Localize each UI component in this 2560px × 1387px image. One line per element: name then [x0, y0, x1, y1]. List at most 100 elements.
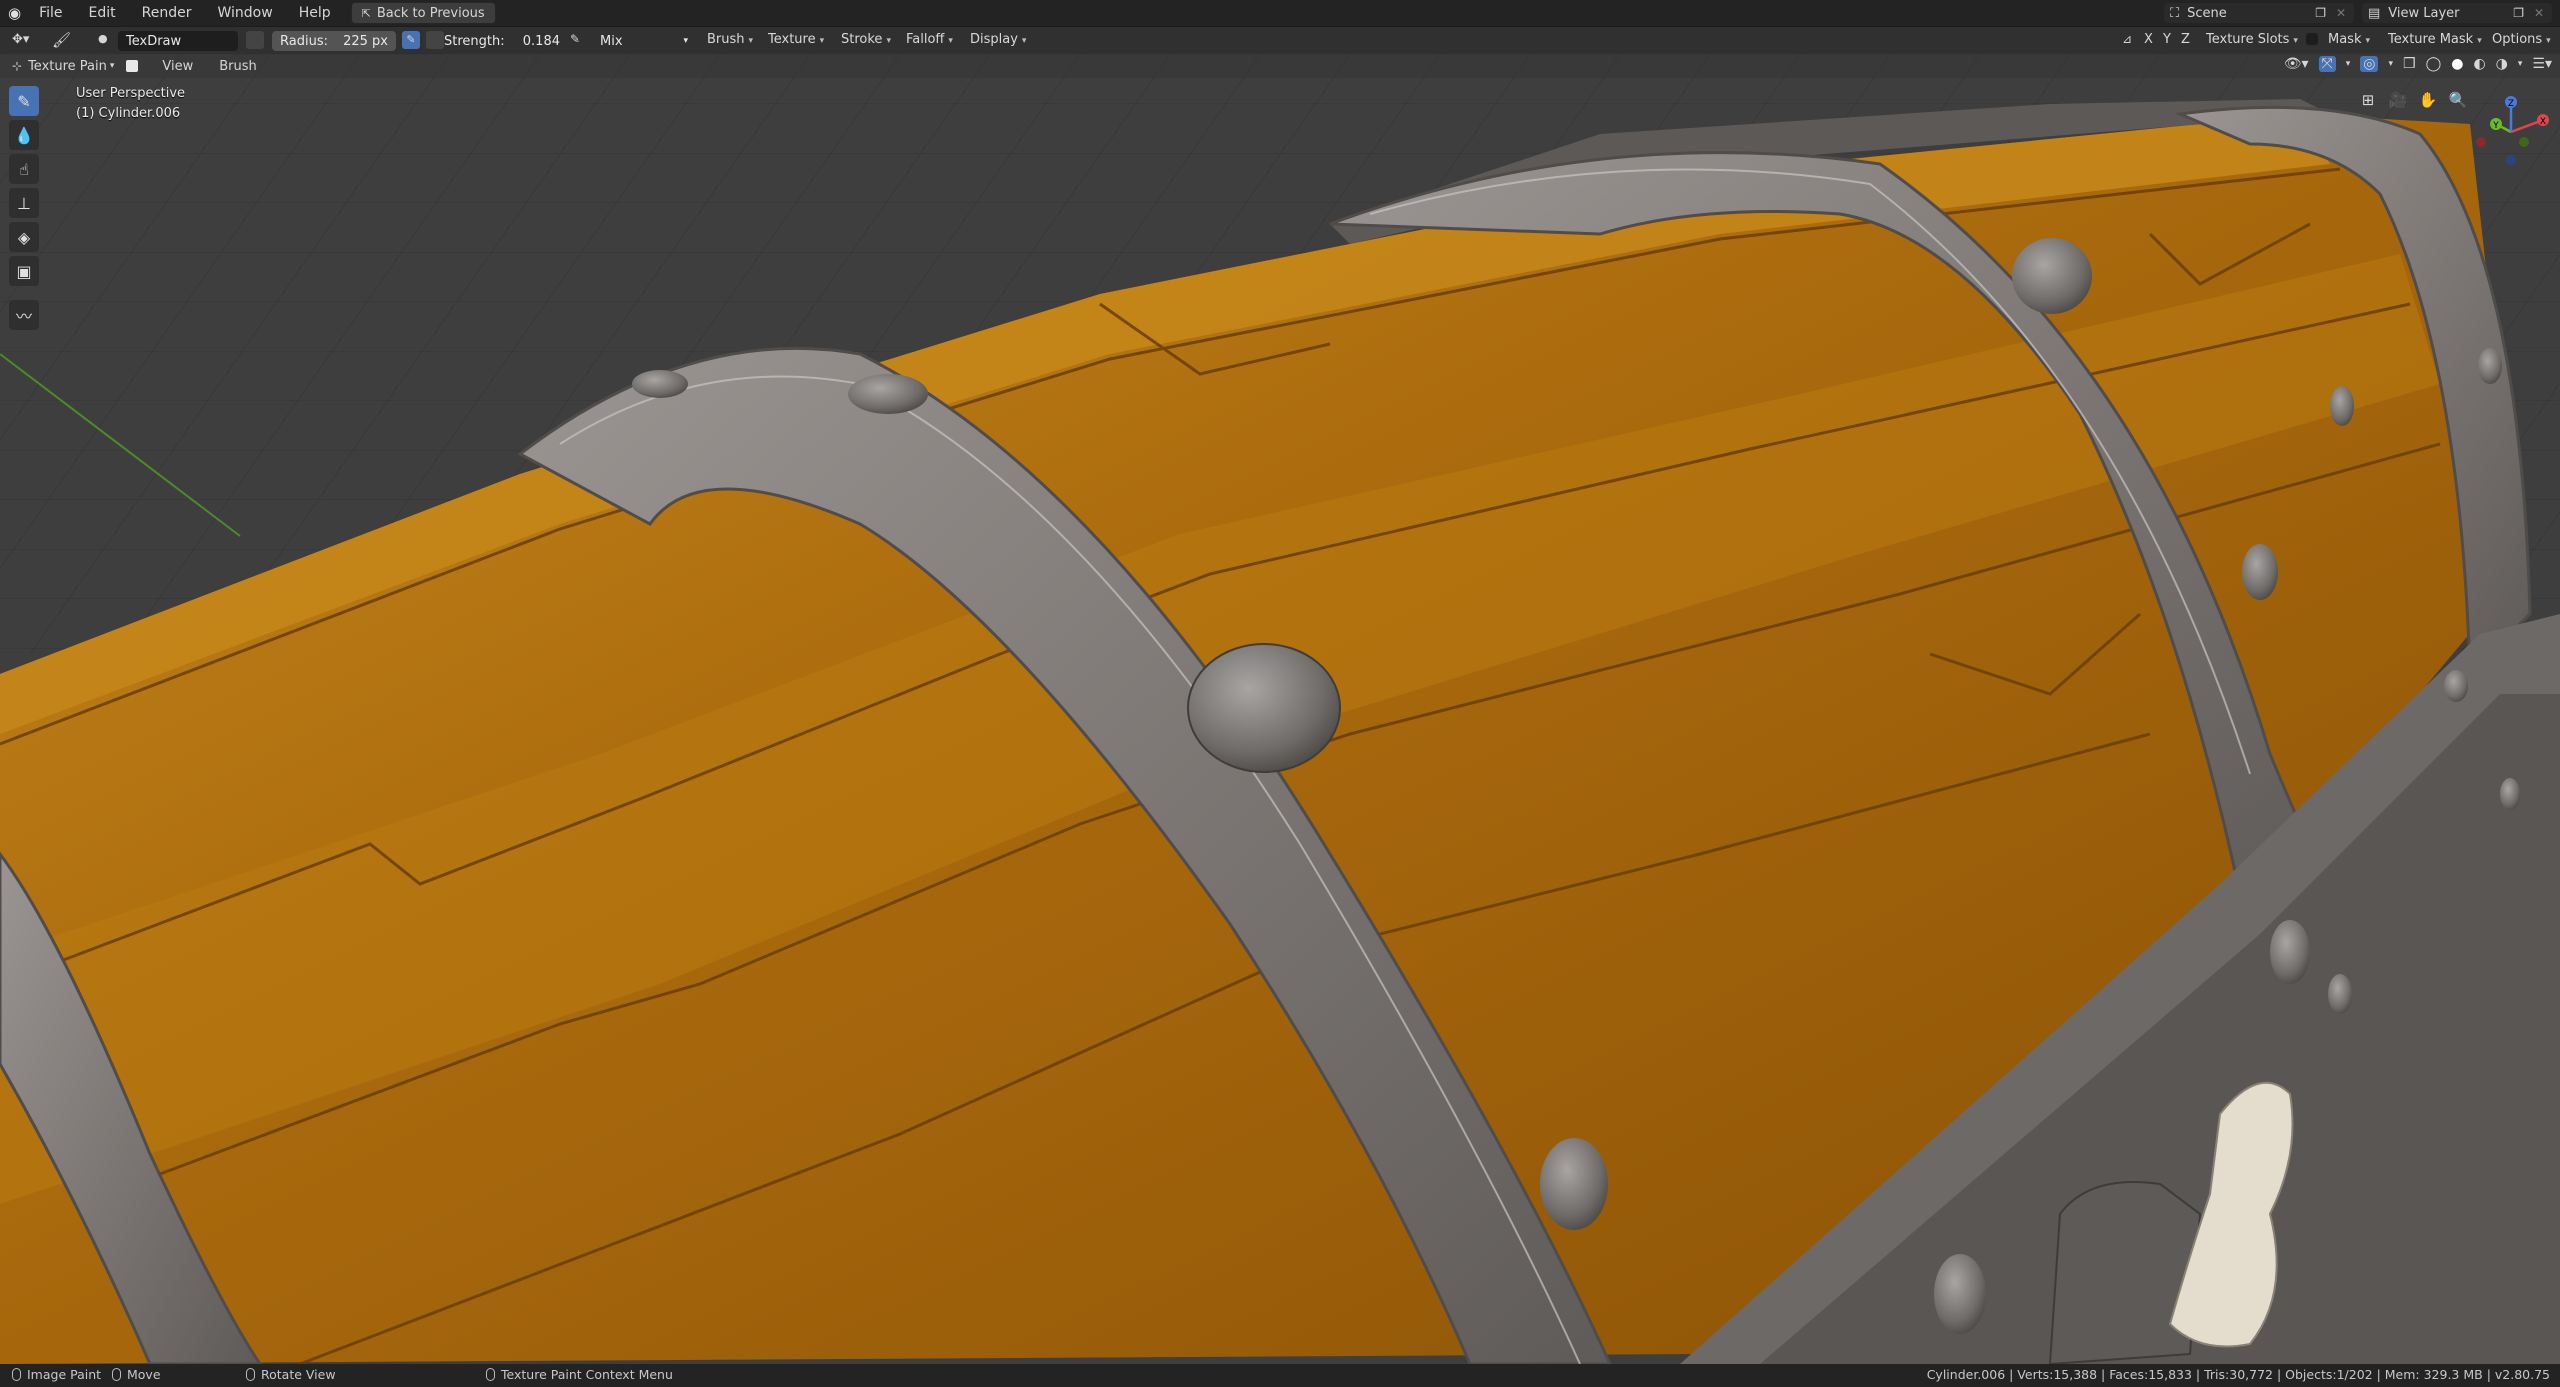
shading-dropdown-icon[interactable]: ▾	[2518, 59, 2523, 69]
mode-dropdown[interactable]: Texture Pain ▾	[28, 59, 114, 74]
back-icon: ⇱	[361, 6, 371, 20]
display-dropdown[interactable]: Display ▾	[970, 32, 1026, 47]
radius-field[interactable]: Radius: 225 px	[272, 31, 396, 51]
radius-value: 225 px	[343, 33, 388, 49]
soften-tool-button[interactable]: 💧	[9, 120, 39, 150]
brush-datablock-icon: ●	[98, 32, 108, 45]
brush-preview-icon[interactable]: 🖌	[52, 31, 71, 49]
mask-icon: ▣	[16, 261, 32, 281]
scene-statistics: Cylinder.006 | Verts:15,388 | Faces:15,8…	[1926, 1367, 2550, 1382]
chevron-down-icon: ▾	[1021, 36, 1027, 46]
brush-fake-user-icon[interactable]	[246, 31, 264, 49]
blender-logo-icon[interactable]: ◉	[8, 4, 21, 22]
menu-render[interactable]: Render	[142, 5, 192, 21]
delete-view-layer-icon[interactable]: ✕	[2534, 6, 2544, 20]
mask-label: Mask	[2328, 32, 2362, 47]
texture-slots-dropdown[interactable]: Texture Slots ▾	[2206, 32, 2298, 47]
menu-edit[interactable]: Edit	[89, 5, 116, 21]
stroke-dropdown[interactable]: Stroke ▾	[841, 32, 891, 47]
chest-lock	[2048, 1181, 2202, 1364]
texture-dropdown[interactable]: Texture ▾	[768, 32, 824, 47]
menu-brush[interactable]: Brush	[219, 59, 257, 74]
brush-name-field[interactable]: TexDraw	[118, 31, 238, 51]
view-layer-name: View Layer	[2388, 5, 2460, 21]
draw-tool-button[interactable]: ✎	[9, 86, 39, 116]
mask-dropdown[interactable]: Mask ▾	[2328, 32, 2370, 47]
strength-pressure-icon[interactable]: ✎	[570, 32, 580, 46]
texture-slots-label: Texture Slots	[2206, 32, 2290, 47]
solid-shading-icon[interactable]: ●	[2451, 56, 2463, 72]
camera-view-icon[interactable]: 🎥	[2388, 90, 2408, 110]
3d-viewport[interactable]: ✎ 💧 ☝ ⊥ ◈ ▣ 〰 User Perspective (1) Cylin…	[0, 54, 2560, 1364]
chevron-down-icon: ▾	[683, 36, 688, 46]
gizmo-graphic: X Y Z	[2476, 96, 2549, 165]
mirror-y-toggle[interactable]: Y	[2163, 32, 2171, 47]
status-context-menu: Texture Paint Context Menu	[486, 1367, 673, 1382]
clone-tool-button[interactable]: ⊥	[9, 188, 39, 218]
stroke-dropdown-label: Stroke	[841, 32, 883, 47]
fill-tool-button[interactable]: ◈	[9, 222, 39, 252]
gizmo-z-label: Z	[2508, 99, 2514, 109]
status-move-label: Move	[127, 1367, 161, 1382]
view-layer-icon: ▤	[2368, 5, 2381, 21]
menu-help[interactable]: Help	[299, 5, 331, 21]
annotate-tool-button[interactable]: 〰	[9, 300, 39, 330]
texture-slot-icon[interactable]	[126, 60, 139, 72]
radius-pressure-icon[interactable]: ✎	[402, 31, 420, 49]
strength-field[interactable]: Strength: 0.184	[428, 31, 568, 51]
chevron-down-icon: ▾	[109, 61, 115, 71]
scene-selector[interactable]: ⛶ Scene ❐ ✕	[2164, 3, 2354, 23]
gizmo-x-label: X	[2540, 117, 2546, 127]
chevron-down-icon: ▾	[2546, 36, 2551, 46]
chevron-down-icon: ▾	[2293, 36, 2298, 46]
navigation-gizmo[interactable]: X Y Z	[2466, 90, 2556, 180]
texture-mask-label: Texture Mask	[2388, 32, 2474, 47]
mask-toggle-icon[interactable]	[2306, 33, 2318, 45]
viewport-scene[interactable]	[0, 54, 2560, 1364]
falloff-dropdown[interactable]: Falloff ▾	[906, 32, 953, 47]
material-shading-icon[interactable]: ◐	[2473, 56, 2485, 72]
overlay-dropdown-icon[interactable]: ▾	[2388, 59, 2393, 69]
blend-mode-dropdown[interactable]: Mix ▾	[592, 31, 696, 51]
top-menubar: ◉ File Edit Render Window Help ⇱ Back to…	[0, 0, 2560, 26]
mask-tool-button[interactable]: ▣	[9, 256, 39, 286]
new-scene-icon[interactable]: ❐	[2315, 6, 2326, 20]
pan-hand-icon[interactable]: ✋	[2418, 90, 2438, 110]
menu-view[interactable]: View	[162, 59, 193, 74]
zoom-icon[interactable]: 🔍	[2448, 90, 2468, 110]
blend-mode-value: Mix	[600, 33, 623, 49]
delete-scene-icon[interactable]: ✕	[2336, 6, 2346, 20]
annotate-icon: 〰	[15, 307, 32, 326]
wireframe-shading-icon[interactable]: ◯	[2426, 56, 2442, 72]
smear-tool-button[interactable]: ☝	[9, 154, 39, 184]
ortho-toggle-icon[interactable]: ⊞	[2358, 90, 2378, 110]
brush-dropdown[interactable]: Brush ▾	[707, 32, 753, 47]
chevron-down-icon: ▾	[2365, 36, 2371, 46]
status-bar: Image Paint Move Rotate View Texture Pai…	[0, 1364, 2560, 1387]
chevron-down-icon: ▾	[2477, 36, 2482, 46]
chevron-down-icon: ▾	[748, 36, 754, 46]
tool-select-icon[interactable]: ✥▾	[12, 32, 29, 47]
texture-mask-dropdown[interactable]: Texture Mask ▾	[2388, 32, 2482, 47]
back-to-previous-button[interactable]: ⇱ Back to Previous	[350, 2, 496, 24]
mode-label: Texture Pain	[28, 58, 107, 74]
brush-dropdown-label: Brush	[707, 32, 745, 47]
xray-toggle-icon[interactable]: ❒	[2403, 56, 2416, 72]
sidebar-toggle-icon[interactable]: ☰▾	[2532, 56, 2552, 72]
mirror-x-toggle[interactable]: X	[2144, 32, 2153, 47]
overlay-toggle-icon[interactable]: ◎	[2360, 56, 2379, 72]
display-dropdown-label: Display	[970, 32, 1018, 47]
scene-icon: ⛶	[2170, 5, 2180, 21]
rendered-shading-icon[interactable]: ◑	[2496, 56, 2508, 72]
gizmo-toggle-icon[interactable]: ⤧	[2318, 56, 2336, 72]
new-view-layer-icon[interactable]: ❐	[2513, 6, 2524, 20]
status-context-menu-label: Texture Paint Context Menu	[501, 1367, 673, 1382]
menu-window[interactable]: Window	[218, 5, 273, 21]
options-dropdown[interactable]: Options ▾	[2492, 32, 2551, 47]
menu-file[interactable]: File	[39, 5, 62, 21]
view-layer-selector[interactable]: ▤ View Layer ❐ ✕	[2362, 3, 2552, 23]
mouse-right-icon	[486, 1368, 495, 1381]
mirror-z-toggle[interactable]: Z	[2181, 32, 2190, 47]
gizmo-dropdown-icon[interactable]: ▾	[2346, 59, 2351, 69]
visibility-dropdown-icon[interactable]: 👁▾	[2284, 56, 2309, 72]
